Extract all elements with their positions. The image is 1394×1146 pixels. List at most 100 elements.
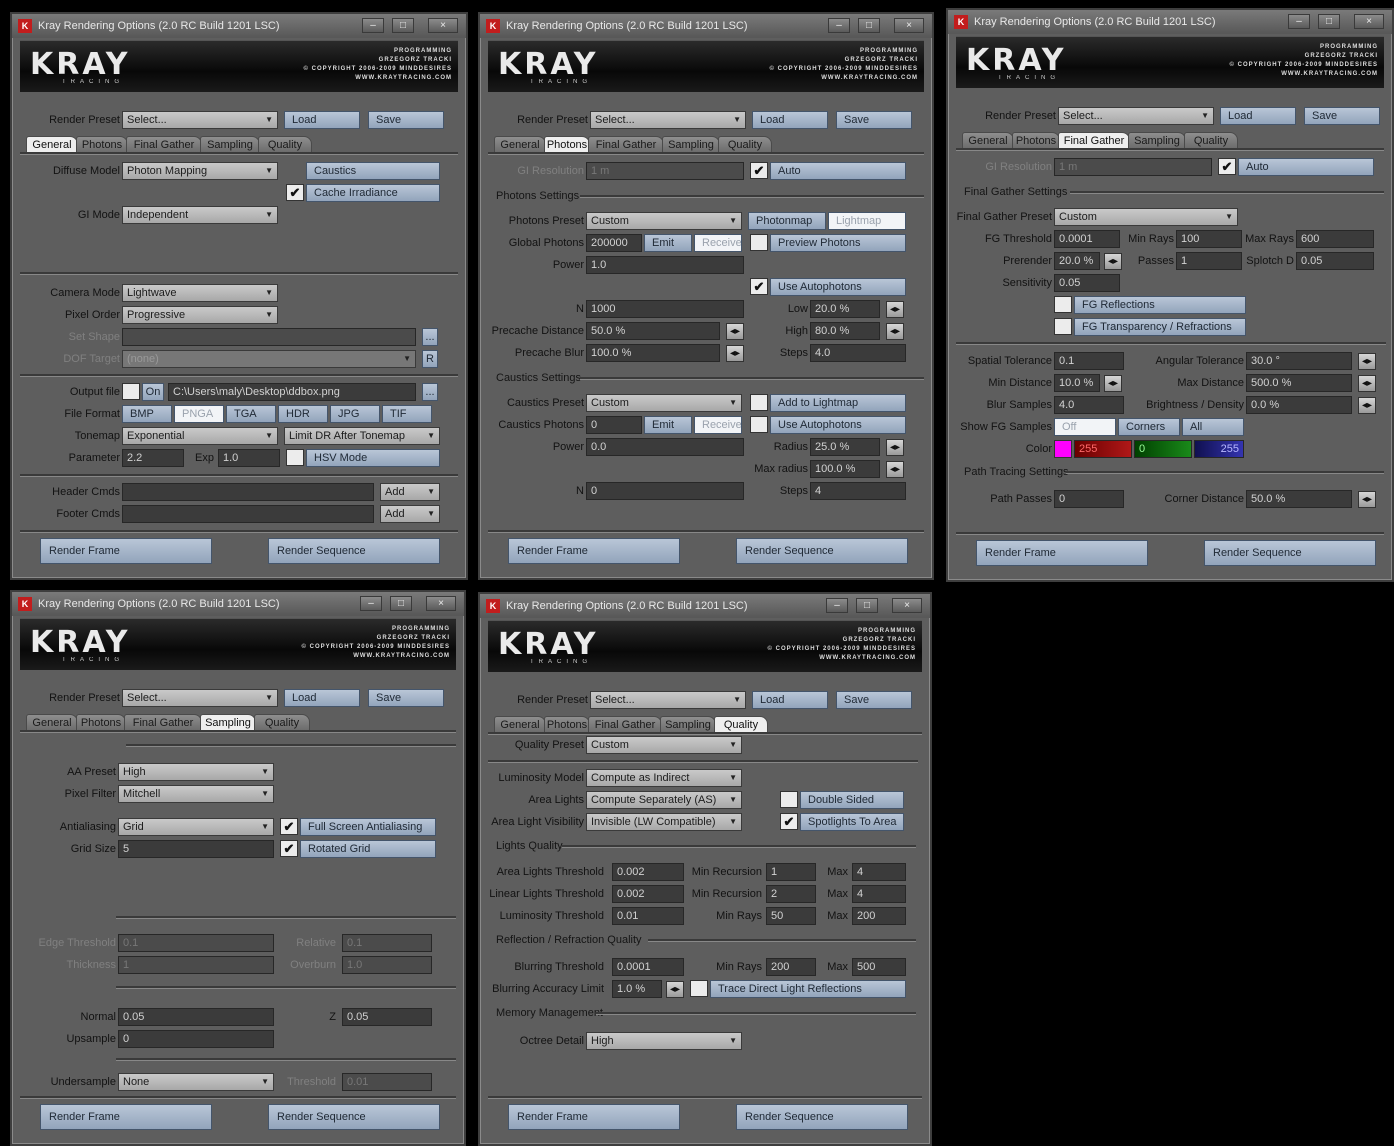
footer-add-dropdown[interactable]: Add (380, 505, 440, 523)
format-hdr-button[interactable]: HDR (278, 405, 328, 423)
caustics-toggle[interactable]: Caustics (306, 162, 440, 180)
min-rays-2-field[interactable]: 200 (766, 958, 816, 976)
caustics-preset-dropdown[interactable]: Custom (586, 394, 742, 412)
blur-samples-field[interactable]: 4.0 (1054, 396, 1124, 414)
tab-general[interactable]: General (26, 136, 78, 153)
precache-blur-field[interactable]: 100.0 % (586, 344, 720, 362)
tab-general[interactable]: General (26, 714, 78, 731)
caustics-receive-button[interactable]: Receive (694, 416, 742, 434)
normal-field[interactable]: 0.05 (118, 1008, 274, 1026)
save-button[interactable]: Save (836, 691, 912, 709)
load-button[interactable]: Load (752, 111, 828, 129)
output-on-toggle[interactable]: On (142, 383, 164, 401)
render-sequence-button[interactable]: Render Sequence (268, 1104, 440, 1130)
photons-preset-dropdown[interactable]: Custom (586, 212, 742, 230)
min-rays-field[interactable]: 100 (1176, 230, 1242, 248)
header-add-dropdown[interactable]: Add (380, 483, 440, 501)
sensitivity-field[interactable]: 0.05 (1054, 274, 1120, 292)
minimize-icon[interactable]: – (362, 18, 384, 33)
caustics-emit-button[interactable]: Emit (644, 416, 692, 434)
format-tif-button[interactable]: TIF (382, 405, 432, 423)
tab-final-gather[interactable]: Final Gather (124, 714, 202, 731)
fg-transparency-toggle[interactable]: FG Transparency / Refractions (1074, 318, 1246, 336)
close-icon[interactable]: × (428, 18, 458, 33)
tab-quality[interactable]: Quality (258, 136, 312, 153)
luminosity-model-dropdown[interactable]: Compute as Indirect (586, 769, 742, 787)
close-icon[interactable]: × (1354, 14, 1384, 29)
format-tga-button[interactable]: TGA (226, 405, 276, 423)
brightness-density-field[interactable]: 0.0 % (1246, 396, 1352, 414)
render-preset-dropdown[interactable]: Select... (590, 111, 746, 129)
min-rays-1-field[interactable]: 50 (766, 907, 816, 925)
full-screen-aa-checkbox[interactable]: ✔ (280, 818, 298, 835)
spatial-tolerance-field[interactable]: 0.1 (1054, 352, 1124, 370)
maximize-icon[interactable]: □ (856, 598, 878, 613)
use-autophotons-toggle[interactable]: Use Autophotons (770, 278, 906, 296)
tab-photons[interactable]: Photons (544, 716, 590, 733)
area-light-visibility-dropdown[interactable]: Invisible (LW Compatible) (586, 813, 742, 831)
luminosity-threshold-field[interactable]: 0.01 (612, 907, 684, 925)
tab-sampling[interactable]: Sampling (200, 136, 260, 153)
maximize-icon[interactable]: □ (1318, 14, 1340, 29)
angular-tolerance-spinner[interactable]: ◂▸ (1358, 353, 1376, 370)
tab-quality[interactable]: Quality (1184, 132, 1238, 149)
tab-sampling[interactable]: Sampling (1128, 132, 1186, 149)
precache-distance-spinner[interactable]: ◂▸ (726, 323, 744, 340)
double-sided-checkbox[interactable] (780, 791, 798, 808)
max-distance-field[interactable]: 500.0 % (1246, 374, 1352, 392)
show-fg-off-button[interactable]: Off (1054, 418, 1116, 436)
hsv-mode-toggle[interactable]: HSV Mode (306, 449, 440, 467)
tab-quality[interactable]: Quality (254, 714, 310, 731)
blurring-accuracy-field[interactable]: 1.0 % (612, 980, 662, 998)
output-path-field[interactable]: C:\Users\maly\Desktop\ddbox.png (168, 383, 416, 401)
blurring-threshold-field[interactable]: 0.0001 (612, 958, 684, 976)
parameter-field[interactable]: 2.2 (122, 449, 184, 467)
photonmap-button[interactable]: Photonmap (748, 212, 826, 230)
low-field[interactable]: 20.0 % (810, 300, 880, 318)
auto-checkbox[interactable]: ✔ (1218, 158, 1236, 175)
rotated-grid-toggle[interactable]: Rotated Grid (300, 840, 436, 858)
maximize-icon[interactable]: □ (858, 18, 880, 33)
hsv-mode-checkbox[interactable] (286, 449, 304, 466)
tab-photons[interactable]: Photons (1012, 132, 1060, 149)
tab-sampling[interactable]: Sampling (200, 714, 256, 731)
exp-field[interactable]: 1.0 (218, 449, 280, 467)
tab-quality[interactable]: Quality (718, 136, 772, 153)
render-frame-button[interactable]: Render Frame (976, 540, 1148, 566)
precache-distance-field[interactable]: 50.0 % (586, 322, 720, 340)
caustics-autophotons-checkbox[interactable] (750, 416, 768, 433)
tonemap-dropdown[interactable]: Exponential (122, 427, 278, 445)
tab-general[interactable]: General (494, 136, 546, 153)
max-radius-spinner[interactable]: ◂▸ (886, 461, 904, 478)
add-to-lightmap-checkbox[interactable] (750, 394, 768, 411)
cache-irradiance-checkbox[interactable]: ✔ (286, 184, 304, 201)
render-sequence-button[interactable]: Render Sequence (736, 538, 908, 564)
blurring-accuracy-spinner[interactable]: ◂▸ (666, 981, 684, 998)
area-lights-dropdown[interactable]: Compute Separately (AS) (586, 791, 742, 809)
show-fg-corners-button[interactable]: Corners (1118, 418, 1180, 436)
tab-photons[interactable]: Photons (544, 136, 590, 153)
rotated-grid-checkbox[interactable]: ✔ (280, 840, 298, 857)
set-shape-browse-button[interactable]: ... (422, 328, 438, 346)
color-blue-field[interactable]: 255 (1194, 440, 1244, 458)
close-icon[interactable]: × (894, 18, 924, 33)
save-button[interactable]: Save (368, 689, 444, 707)
render-frame-button[interactable]: Render Frame (508, 1104, 680, 1130)
pixel-filter-dropdown[interactable]: Mitchell (118, 785, 274, 803)
auto-toggle[interactable]: Auto (770, 162, 906, 180)
min-distance-field[interactable]: 10.0 % (1054, 374, 1100, 392)
high-field[interactable]: 80.0 % (810, 322, 880, 340)
brightness-density-spinner[interactable]: ◂▸ (1358, 397, 1376, 414)
max-3-field[interactable]: 200 (852, 907, 906, 925)
minimize-icon[interactable]: – (826, 598, 848, 613)
fg-reflections-toggle[interactable]: FG Reflections (1074, 296, 1246, 314)
z-field[interactable]: 0.05 (342, 1008, 432, 1026)
max-radius-field[interactable]: 100.0 % (810, 460, 880, 478)
dof-target-r-button[interactable]: R (422, 350, 438, 368)
caustics-n-field[interactable]: 0 (586, 482, 744, 500)
caustics-autophotons-toggle[interactable]: Use Autophotons (770, 416, 906, 434)
load-button[interactable]: Load (284, 111, 360, 129)
add-to-lightmap-toggle[interactable]: Add to Lightmap (770, 394, 906, 412)
steps-field[interactable]: 4.0 (810, 344, 906, 362)
render-sequence-button[interactable]: Render Sequence (736, 1104, 908, 1130)
